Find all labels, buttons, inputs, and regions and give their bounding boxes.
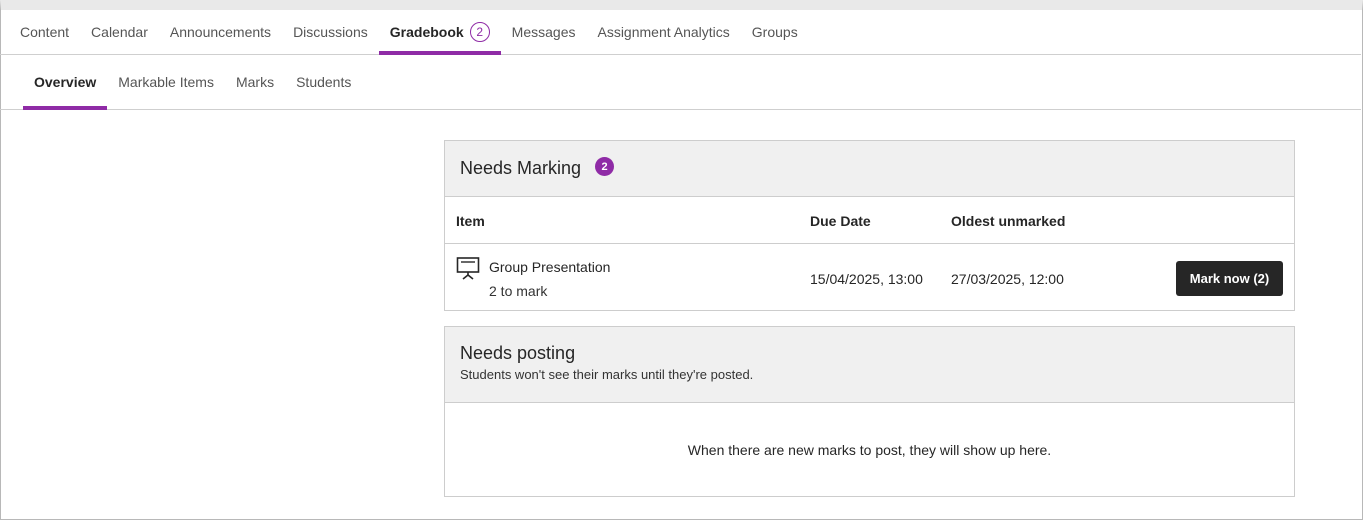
subtab-label: Students bbox=[296, 74, 352, 90]
tab-label: Announcements bbox=[169, 24, 272, 40]
tab-label: Calendar bbox=[91, 24, 148, 40]
subtab-overview[interactable]: Overview bbox=[23, 55, 108, 110]
tab-label: Gradebook bbox=[389, 24, 464, 40]
subtab-markable-items[interactable]: Markable Items bbox=[107, 55, 225, 109]
tab-calendar[interactable]: Calendar bbox=[80, 10, 159, 54]
empty-state-message: When there are new marks to post, they w… bbox=[687, 442, 1052, 458]
column-header-oldest-unmarked: Oldest unmarked bbox=[951, 213, 1066, 229]
subtab-marks[interactable]: Marks bbox=[225, 55, 285, 109]
table-header: Item Due Date Oldest unmarked bbox=[445, 197, 1294, 244]
subtab-label: Markable Items bbox=[118, 74, 214, 90]
needs-posting-title: Needs posting bbox=[460, 343, 576, 363]
tab-label: Content bbox=[20, 24, 70, 40]
subtab-students[interactable]: Students bbox=[285, 55, 362, 109]
course-nav: Content Calendar Announcements Discussio… bbox=[0, 10, 1361, 55]
gradebook-count-badge: 2 bbox=[469, 22, 490, 42]
needs-marking-header: Needs Marking 2 bbox=[445, 141, 1294, 197]
tab-assignment-analytics[interactable]: Assignment Analytics bbox=[586, 10, 740, 54]
column-header-due-date: Due Date bbox=[810, 213, 871, 229]
needs-marking-count-badge: 2 bbox=[595, 157, 615, 176]
gradebook-subnav: Overview Markable Items Marks Students bbox=[0, 55, 1361, 110]
tab-content[interactable]: Content bbox=[9, 10, 80, 54]
needs-posting-description: Students won't see their marks until the… bbox=[460, 367, 754, 382]
mark-now-button[interactable]: Mark now (2) bbox=[1176, 261, 1283, 296]
item-name[interactable]: Group Presentation bbox=[489, 259, 610, 275]
tab-announcements[interactable]: Announcements bbox=[159, 10, 282, 54]
tab-groups[interactable]: Groups bbox=[741, 10, 809, 54]
tab-label: Groups bbox=[751, 24, 798, 40]
needs-marking-title: Needs Marking bbox=[460, 158, 582, 178]
presentation-icon bbox=[456, 257, 480, 280]
column-header-item: Item bbox=[456, 213, 485, 229]
table-row: Group Presentation 2 to mark 15/04/2025,… bbox=[445, 244, 1294, 310]
item-oldest-unmarked: 27/03/2025, 12:00 bbox=[951, 271, 1064, 287]
subtab-label: Overview bbox=[34, 74, 97, 90]
needs-posting-header: Needs posting Students won't see their m… bbox=[445, 327, 1294, 403]
item-to-mark-count: 2 to mark bbox=[489, 283, 548, 299]
needs-marking-panel: Needs Marking 2 Item Due Date Oldest unm… bbox=[444, 140, 1295, 311]
tab-messages[interactable]: Messages bbox=[501, 10, 587, 54]
needs-posting-panel: Needs posting Students won't see their m… bbox=[444, 326, 1295, 497]
tab-discussions[interactable]: Discussions bbox=[282, 10, 379, 54]
tab-gradebook[interactable]: Gradebook 2 bbox=[378, 10, 501, 55]
subtab-label: Marks bbox=[235, 74, 275, 90]
item-due-date: 15/04/2025, 13:00 bbox=[810, 271, 923, 287]
tab-label: Messages bbox=[511, 24, 576, 40]
tab-label: Assignment Analytics bbox=[597, 24, 730, 40]
tab-label: Discussions bbox=[293, 24, 368, 40]
